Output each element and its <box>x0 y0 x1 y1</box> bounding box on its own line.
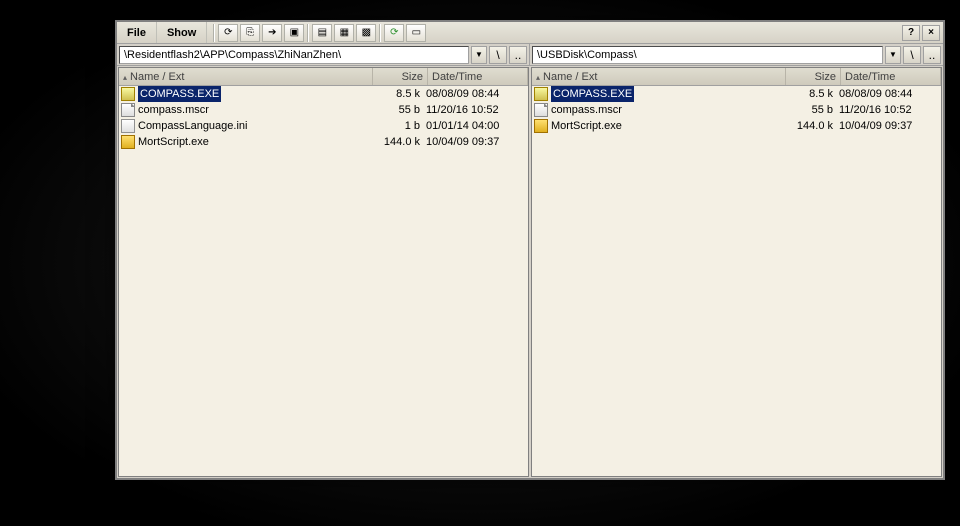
close-button[interactable]: × <box>922 25 940 41</box>
right-col-date[interactable]: Date/Time <box>841 68 941 85</box>
file-size: 144.0 k <box>784 118 839 134</box>
file-size: 8.5 k <box>784 86 839 102</box>
mort-icon <box>121 135 135 149</box>
file-name-cell: MortScript.exe <box>121 134 371 150</box>
file-date: 10/04/09 09:37 <box>426 134 526 150</box>
mort-icon <box>534 119 548 133</box>
file-row[interactable]: CompassLanguage.ini 1 b01/01/14 04:00 <box>119 118 528 134</box>
file-row[interactable]: MortScript.exe 144.0 k10/04/09 09:37 <box>532 118 941 134</box>
file-name: compass.mscr <box>138 102 209 118</box>
view-list-icon[interactable]: ▤ <box>312 24 332 42</box>
move-icon[interactable]: ➔ <box>262 24 282 42</box>
file-date: 11/20/16 10:52 <box>426 102 526 118</box>
file-name-cell: COMPASS.EXE <box>121 86 371 102</box>
right-root-button[interactable]: \ <box>903 46 921 64</box>
sort-indicator-icon: ▴ <box>536 73 540 82</box>
ini-icon <box>121 119 135 133</box>
file-row[interactable]: MortScript.exe 144.0 k10/04/09 09:37 <box>119 134 528 150</box>
refresh-left-icon[interactable]: ⟳ <box>218 24 238 42</box>
file-row[interactable]: compass.mscr 55 b11/20/16 10:52 <box>532 102 941 118</box>
right-path-cell: \USBDisk\Compass\ ▼ \ .. <box>530 44 943 65</box>
left-col-name[interactable]: ▴Name / Ext <box>119 68 373 85</box>
right-panel: ▴Name / Ext Size Date/Time COMPASS.EXE 8.… <box>531 67 942 477</box>
file-name: MortScript.exe <box>551 118 622 134</box>
exe-icon <box>534 87 548 101</box>
exe-icon <box>121 87 135 101</box>
file-date: 10/04/09 09:37 <box>839 118 939 134</box>
file-name-cell: compass.mscr <box>121 102 371 118</box>
right-col-size[interactable]: Size <box>786 68 841 85</box>
left-path-dropdown[interactable]: ▼ <box>471 46 487 64</box>
tile-icon[interactable]: ▩ <box>356 24 376 42</box>
right-column-header: ▴Name / Ext Size Date/Time <box>532 68 941 86</box>
file-name-cell: CompassLanguage.ini <box>121 118 371 134</box>
file-name: compass.mscr <box>551 102 622 118</box>
file-size: 1 b <box>371 118 426 134</box>
toolbar: ⟳ ⎘ ➔ ▣ ▤ ▦ ▩ ⟳ ▭ <box>207 22 427 43</box>
mark-icon[interactable]: ▭ <box>406 24 426 42</box>
file-date: 11/20/16 10:52 <box>839 102 939 118</box>
copy-icon[interactable]: ⎘ <box>240 24 260 42</box>
menu-show[interactable]: Show <box>157 22 207 43</box>
file-icon <box>534 103 548 117</box>
chevron-down-icon: ▼ <box>889 50 897 59</box>
file-date: 01/01/14 04:00 <box>426 118 526 134</box>
left-col-name-label: Name / Ext <box>130 71 184 83</box>
file-manager-window: File Show ⟳ ⎘ ➔ ▣ ▤ ▦ ▩ ⟳ ▭ ? × <box>115 20 945 480</box>
file-size: 55 b <box>784 102 839 118</box>
left-up-button[interactable]: .. <box>509 46 527 64</box>
file-size: 8.5 k <box>371 86 426 102</box>
path-row: \Residentflash2\APP\Compass\ZhiNanZhen\ … <box>117 44 943 66</box>
right-path-input[interactable]: \USBDisk\Compass\ <box>532 46 883 64</box>
panels: ▴Name / Ext Size Date/Time COMPASS.EXE8.… <box>117 66 943 478</box>
left-path-input[interactable]: \Residentflash2\APP\Compass\ZhiNanZhen\ <box>119 46 469 64</box>
file-size: 144.0 k <box>371 134 426 150</box>
left-col-size[interactable]: Size <box>373 68 428 85</box>
sort-indicator-icon: ▴ <box>123 73 127 82</box>
file-row[interactable]: COMPASS.EXE 8.5 k08/08/09 08:44 <box>532 86 941 102</box>
file-date: 08/08/09 08:44 <box>839 86 939 102</box>
left-file-list[interactable]: COMPASS.EXE8.5 k08/08/09 08:44compass.ms… <box>119 86 528 476</box>
toolbar-separator <box>379 24 381 42</box>
menu-file[interactable]: File <box>117 22 157 43</box>
right-up-button[interactable]: .. <box>923 46 941 64</box>
left-root-button[interactable]: \ <box>489 46 507 64</box>
left-path-cell: \Residentflash2\APP\Compass\ZhiNanZhen\ … <box>117 44 530 65</box>
chevron-down-icon: ▼ <box>475 50 483 59</box>
help-button[interactable]: ? <box>902 25 920 41</box>
file-name-cell: compass.mscr <box>534 102 784 118</box>
file-size: 55 b <box>371 102 426 118</box>
toolbar-separator <box>307 24 309 42</box>
new-folder-icon[interactable]: ▣ <box>284 24 304 42</box>
left-col-date[interactable]: Date/Time <box>428 68 528 85</box>
file-row[interactable]: compass.mscr 55 b11/20/16 10:52 <box>119 102 528 118</box>
file-row[interactable]: COMPASS.EXE 8.5 k08/08/09 08:44 <box>119 86 528 102</box>
right-col-name-label: Name / Ext <box>543 71 597 83</box>
file-icon <box>121 103 135 117</box>
menubar: File Show ⟳ ⎘ ➔ ▣ ▤ ▦ ▩ ⟳ ▭ ? × <box>117 22 943 44</box>
refresh-icon[interactable]: ⟳ <box>384 24 404 42</box>
right-path-dropdown[interactable]: ▼ <box>885 46 901 64</box>
left-panel: ▴Name / Ext Size Date/Time COMPASS.EXE 8.… <box>118 67 529 477</box>
titlebar-sysbuttons: ? × <box>901 22 943 43</box>
file-name: MortScript.exe <box>138 134 209 150</box>
toolbar-separator <box>213 24 215 42</box>
file-date: 08/08/09 08:44 <box>426 86 526 102</box>
right-col-name[interactable]: ▴Name / Ext <box>532 68 786 85</box>
left-column-header: ▴Name / Ext Size Date/Time <box>119 68 528 86</box>
file-name: COMPASS.EXE <box>138 86 221 102</box>
file-name: COMPASS.EXE <box>551 86 634 102</box>
file-name-cell: COMPASS.EXE <box>534 86 784 102</box>
file-name-cell: MortScript.exe <box>534 118 784 134</box>
file-name: CompassLanguage.ini <box>138 118 247 134</box>
view-details-icon[interactable]: ▦ <box>334 24 354 42</box>
right-file-list[interactable]: COMPASS.EXE8.5 k08/08/09 08:44compass.ms… <box>532 86 941 476</box>
